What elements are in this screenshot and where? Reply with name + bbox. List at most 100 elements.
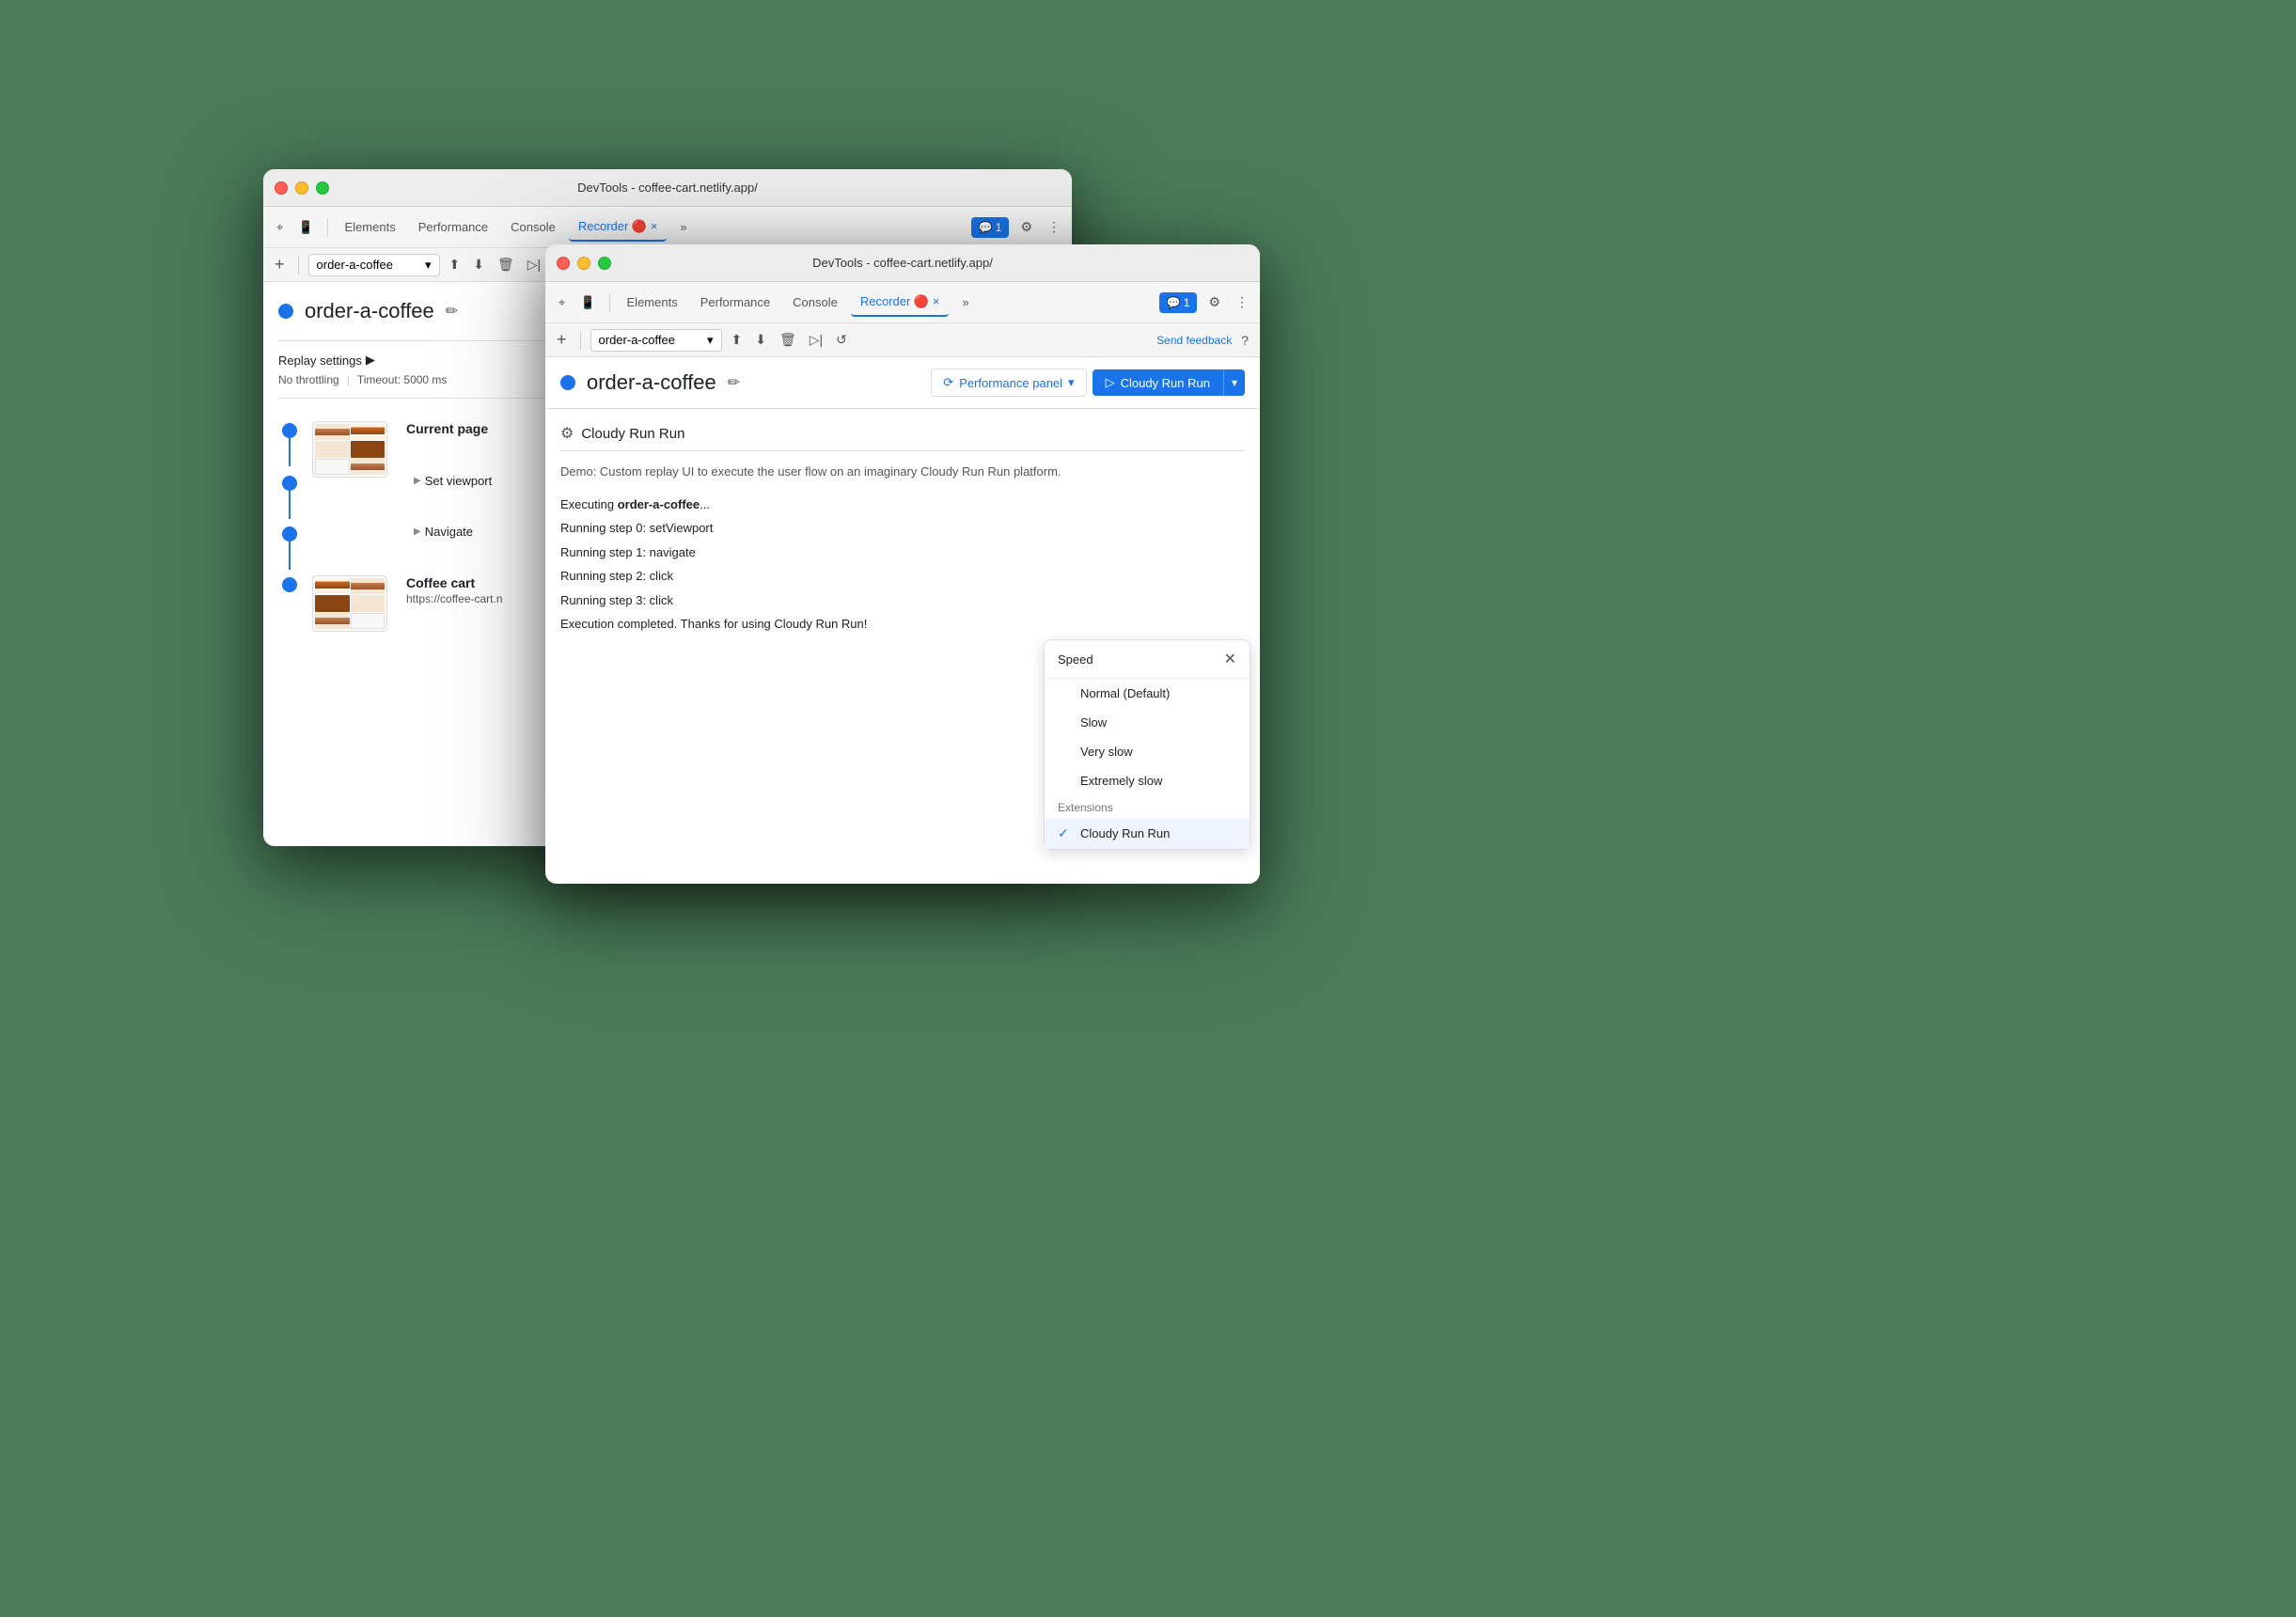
back-delete-btn[interactable]: 🗑 xyxy=(494,253,518,276)
front-window-title: DevTools - coffee-cart.netlify.app/ xyxy=(812,256,993,270)
speed-option-cloudy[interactable]: ✓ Cloudy Run Run xyxy=(1045,818,1250,849)
back-thumb-current xyxy=(312,421,387,478)
front-titlebar: DevTools - coffee-cart.netlify.app/ xyxy=(545,244,1260,282)
back-step-dot-3 xyxy=(282,526,297,542)
thumb-cell-4 xyxy=(351,441,385,457)
speed-title: Speed xyxy=(1058,652,1093,667)
toolbar-divider-1 xyxy=(327,218,328,237)
front-perf-btn[interactable]: ⟳ Performance panel ▾ xyxy=(931,369,1086,397)
front-more-btn[interactable]: ⋮ xyxy=(1232,290,1252,314)
speed-option-extremely-slow[interactable]: Extremely slow xyxy=(1045,766,1250,795)
front-dropdown-value: order-a-coffee xyxy=(599,333,675,347)
back-recording-dot xyxy=(278,304,293,319)
front-edit-icon[interactable]: ✏ xyxy=(728,373,740,392)
front-device-tool[interactable]: 📱 xyxy=(574,291,601,314)
thumb-cell-3 xyxy=(315,441,350,457)
back-tab-recorder[interactable]: Recorder 🔴 × xyxy=(569,213,667,242)
close-button[interactable] xyxy=(275,181,288,195)
back-import-btn[interactable]: ⬇ xyxy=(469,253,488,276)
back-step-dot-1 xyxy=(282,423,297,438)
front-import-btn[interactable]: ⬇ xyxy=(751,328,770,352)
back-tab-more[interactable]: » xyxy=(670,214,696,240)
front-recording-dropdown[interactable]: order-a-coffee ▾ xyxy=(590,329,722,352)
back-settings-btn[interactable]: ⚙ xyxy=(1016,215,1036,239)
front-tab-more[interactable]: » xyxy=(952,290,978,315)
back-play-btn[interactable]: ▷| xyxy=(524,253,544,276)
back-tab-performance[interactable]: Performance xyxy=(409,214,497,240)
front-replay-btn[interactable]: ▷ Cloudy Run Run xyxy=(1093,369,1223,396)
front-gear-icon: ⚙ xyxy=(560,424,574,443)
front-play-btn[interactable]: ▷| xyxy=(806,328,826,352)
front-chat-icon: 💬 xyxy=(1167,296,1181,309)
front-recording-name: order-a-coffee xyxy=(587,370,716,395)
back-more-btn[interactable]: ⋮ xyxy=(1044,215,1064,239)
front-cursor-tool[interactable]: ⌖ xyxy=(553,291,571,314)
front-recording-header: order-a-coffee ✏ ⟳ Performance panel ▾ ▷… xyxy=(545,357,1260,409)
thumb-cell-1 xyxy=(315,424,350,440)
back-titlebar: DevTools - coffee-cart.netlify.app/ xyxy=(263,169,1072,207)
back-thumb-coffee xyxy=(312,575,387,632)
back-chat-btn[interactable]: 💬 1 xyxy=(971,217,1010,238)
speed-option-normal[interactable]: Normal (Default) xyxy=(1045,679,1250,708)
front-close-button[interactable] xyxy=(557,257,570,270)
thumb4-cell-6 xyxy=(351,613,385,629)
speed-option-slow[interactable]: Slow xyxy=(1045,708,1250,737)
back-step-dot-2 xyxy=(282,476,297,491)
thumb4-cell-2 xyxy=(351,578,385,594)
back-dropdown-value: order-a-coffee xyxy=(317,258,393,272)
front-record-btn[interactable]: ↺ xyxy=(832,328,851,352)
front-cursor-icon: ⌖ xyxy=(558,295,565,310)
front-secondary-toolbar: + order-a-coffee ▾ ⬆ ⬇ 🗑 ▷| ↺ Send feedb… xyxy=(545,323,1260,357)
thumb4-cell-4 xyxy=(351,595,385,611)
back-navigate-chevron: ▶ xyxy=(414,526,421,537)
minimize-button[interactable] xyxy=(295,181,308,195)
back-viewport-chevron: ▶ xyxy=(414,476,421,486)
back-cursor-tool[interactable]: ⌖ xyxy=(271,216,289,239)
speed-dropdown: Speed ✕ Normal (Default) Slow Very slow … xyxy=(1044,639,1250,850)
front-toolbar-divider-1 xyxy=(609,293,610,312)
front-export-btn[interactable]: ⬆ xyxy=(728,328,747,352)
front-tab-console[interactable]: Console xyxy=(783,290,847,315)
speed-extremely-slow-label: Extremely slow xyxy=(1080,774,1162,788)
front-minimize-button[interactable] xyxy=(577,257,590,270)
back-tab-elements[interactable]: Elements xyxy=(336,214,405,240)
front-badge: 1 xyxy=(1184,296,1190,309)
speed-dropdown-header: Speed ✕ xyxy=(1045,640,1250,679)
maximize-button[interactable] xyxy=(316,181,329,195)
device-icon: 📱 xyxy=(298,220,313,235)
back-add-recording-btn[interactable]: + xyxy=(271,251,289,278)
back-export-btn[interactable]: ⬆ xyxy=(446,253,464,276)
front-replay-arrow-btn[interactable]: ▾ xyxy=(1223,369,1245,396)
front-device-icon: 📱 xyxy=(580,295,595,310)
thumb4-cell-1 xyxy=(315,578,350,594)
speed-option-very-slow[interactable]: Very slow xyxy=(1045,737,1250,766)
front-add-recording-btn[interactable]: + xyxy=(553,326,571,353)
thumb4-cell-3 xyxy=(315,595,350,611)
back-timeout: Timeout: 5000 ms xyxy=(357,373,448,386)
back-tab-console[interactable]: Console xyxy=(501,214,565,240)
front-maximize-button[interactable] xyxy=(598,257,611,270)
front-send-feedback[interactable]: Send feedback xyxy=(1156,334,1232,347)
back-step-line-2 xyxy=(289,491,291,519)
front-tab-recorder[interactable]: Recorder 🔴 × xyxy=(851,289,949,317)
front-tab-elements[interactable]: Elements xyxy=(618,290,687,315)
back-step-line-3 xyxy=(289,542,291,570)
front-settings-btn[interactable]: ⚙ xyxy=(1204,290,1224,314)
thumb-cell-5 xyxy=(315,459,350,475)
speed-close-btn[interactable]: ✕ xyxy=(1224,650,1236,668)
back-thumb-1 xyxy=(312,421,387,478)
speed-normal-label: Normal (Default) xyxy=(1080,686,1170,700)
back-edit-icon[interactable]: ✏ xyxy=(446,302,458,321)
front-delete-btn[interactable]: 🗑 xyxy=(776,328,800,352)
front-help-btn[interactable]: ? xyxy=(1237,329,1252,352)
thumb-cell-2 xyxy=(351,424,385,440)
front-tab-performance[interactable]: Performance xyxy=(691,290,779,315)
back-device-tool[interactable]: 📱 xyxy=(292,216,319,239)
front-replay-btn-group: ▷ Cloudy Run Run ▾ xyxy=(1093,369,1245,396)
traffic-lights xyxy=(275,181,329,195)
front-chat-btn[interactable]: 💬 1 xyxy=(1159,292,1198,313)
front-play-icon: ▷ xyxy=(1106,375,1115,390)
front-replay-controls: ⟳ Performance panel ▾ ▷ Cloudy Run Run ▾ xyxy=(931,369,1245,397)
back-recording-dropdown[interactable]: order-a-coffee ▾ xyxy=(308,254,440,276)
back-badge: 1 xyxy=(996,221,1002,234)
